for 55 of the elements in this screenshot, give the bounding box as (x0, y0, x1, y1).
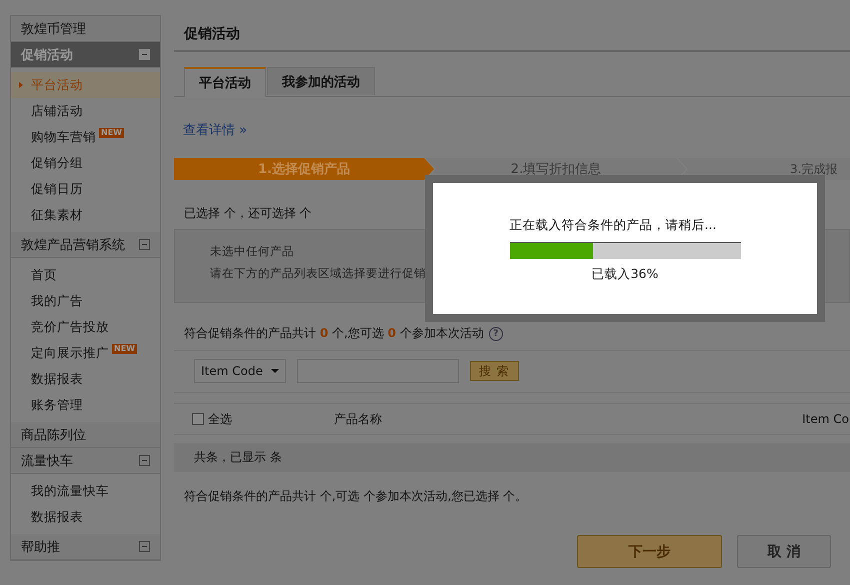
page-title: 促销活动 (174, 15, 850, 52)
sidebar-item[interactable]: 数据报表 (11, 504, 160, 530)
new-badge: NEW (99, 128, 124, 138)
notice-title: 未选中任何产品 (210, 244, 294, 260)
column-header: 产品名称 (334, 410, 382, 428)
sidebar-item[interactable]: 定向展示推广 NEW (11, 340, 160, 366)
next-button[interactable]: 下一步 (577, 535, 722, 568)
collapse-icon[interactable] (139, 49, 150, 60)
sidebar-group-header[interactable]: 流量快车 (11, 448, 160, 474)
new-badge: NEW (112, 344, 137, 354)
step: 1.选择促销产品 (174, 158, 434, 180)
table-footer-text: 共条，已显示 条 (194, 449, 282, 466)
sidebar-item[interactable]: 店铺活动 (11, 98, 160, 124)
caret-icon (270, 369, 279, 373)
field-dropdown[interactable]: Item Code (194, 359, 286, 383)
search-button[interactable]: 搜 索 (470, 361, 519, 381)
sidebar-item[interactable]: 我的广告 (11, 288, 160, 314)
details-link[interactable]: 查看详情 » (183, 121, 248, 139)
bottom-summary: 符合促销条件的产品共计 个,可选 个参加本次活动,您已选择 个。 (184, 488, 528, 505)
sidebar-group-title: 敦煌币管理 (21, 20, 86, 38)
help-icon[interactable]: ? (488, 326, 503, 340)
column-header: Item Co (802, 412, 849, 426)
sidebar-group-header[interactable]: 促销活动 (11, 42, 160, 68)
sidebar-item[interactable]: 竞价广告投放 (11, 314, 160, 340)
sidebar-group-title: 帮助推 (21, 538, 60, 556)
sidebar-item[interactable]: 首页 (11, 262, 160, 288)
tab[interactable]: 我参加的活动 (267, 67, 375, 95)
selection-summary: 已选择 个，还可选择 个 (184, 205, 313, 222)
collapse-icon[interactable] (139, 455, 150, 466)
select-all-checkbox[interactable] (192, 413, 204, 425)
sidebar-group-title: 敦煌产品营销系统 (21, 236, 125, 254)
eligible-count: 符合促销条件的产品共计 0 个,您可选 0 个参加本次活动 (184, 325, 484, 342)
progress-reading: 已载入36% (592, 266, 658, 283)
sidebar-group-title: 流量快车 (21, 452, 73, 470)
collapse-icon[interactable] (139, 239, 150, 250)
sidebar-item[interactable]: 购物车营销 NEW (11, 124, 160, 150)
sidebar-item[interactable]: 促销分组 (11, 150, 160, 176)
sidebar-item[interactable]: 征集素材 (11, 202, 160, 228)
sidebar-group-header[interactable]: 敦煌币管理 (11, 16, 160, 42)
sidebar-group-header[interactable]: 商品陈列位 (11, 422, 160, 448)
sidebar-group-header[interactable]: 帮助推 (11, 534, 160, 560)
cancel-button[interactable]: 取 消 (737, 535, 831, 568)
tab[interactable]: 平台活动 (184, 67, 266, 97)
sidebar-item[interactable]: 我的流量快车 (11, 478, 160, 504)
select-all-label[interactable]: 全选 (208, 410, 232, 428)
loading-message: 正在载入符合条件的产品，请稍后... (510, 217, 718, 234)
sidebar-item[interactable]: 账务管理 (11, 392, 160, 418)
sidebar-item[interactable]: 促销日历 (11, 176, 160, 202)
sidebar-group-title: 商品陈列位 (21, 426, 86, 444)
arrow-icon (19, 82, 23, 88)
sidebar-item[interactable]: 数据报表 (11, 366, 160, 392)
collapse-icon[interactable] (139, 541, 150, 552)
sidebar-group-title: 促销活动 (21, 46, 73, 64)
sidebar-group-header[interactable]: 敦煌产品营销系统 (11, 232, 160, 258)
notice-hint: 请在下方的产品列表区域选择要进行促销 (210, 266, 426, 282)
